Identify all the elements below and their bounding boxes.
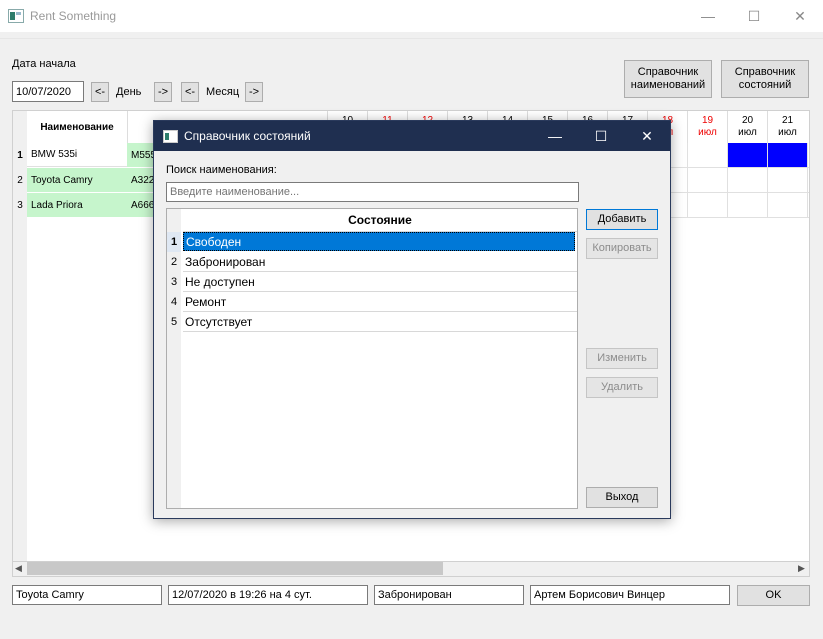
exit-button[interactable]: Выход [586, 487, 658, 508]
scroll-right-icon[interactable]: ▶ [798, 563, 805, 574]
scrollbar-thumb[interactable] [27, 562, 443, 575]
start-date-input[interactable]: 10/07/2020 [12, 81, 84, 102]
booking-state-field[interactable]: Забронирован [374, 585, 524, 605]
day-month: июл [738, 127, 757, 138]
day-prev-button[interactable]: <- [91, 82, 109, 102]
grid-line [807, 143, 808, 218]
grid-row-num: 3 [17, 199, 23, 211]
scroll-left-icon[interactable]: ◀ [15, 563, 22, 574]
dialog-close-button[interactable]: ✕ [624, 121, 670, 151]
booked-cell[interactable] [768, 143, 807, 167]
row-state-label[interactable]: Свободен [183, 232, 575, 251]
grid-row-num: 2 [17, 174, 23, 186]
day-number: 19 [701, 115, 714, 126]
app-icon [8, 9, 24, 23]
table-row[interactable]: 5 Отсутствует [167, 312, 577, 332]
month-next-button[interactable]: -> [245, 82, 263, 102]
row-number: 5 [167, 312, 181, 332]
day-column-header: 21 июл [767, 111, 807, 143]
table-row[interactable]: 4 Ремонт [167, 292, 577, 312]
month-label: Месяц [206, 86, 240, 98]
selected-item-field[interactable]: Toyota Camry [12, 585, 162, 605]
search-label: Поиск наименования: [166, 164, 277, 176]
minimize-button[interactable]: — [685, 0, 731, 32]
day-month: июл [778, 127, 797, 138]
row-state-label[interactable]: Отсутствует [183, 312, 577, 332]
start-date-label: Дата начала [12, 58, 76, 70]
column-header-state[interactable]: Состояние [183, 209, 577, 232]
add-button[interactable]: Добавить [586, 209, 658, 230]
window-title: Rent Something [30, 9, 117, 23]
ok-button[interactable]: OK [737, 585, 810, 606]
menu-separator [0, 38, 823, 39]
table-row[interactable]: 3 Не доступен [167, 272, 577, 292]
day-number: 20 [741, 115, 754, 126]
row-number: 4 [167, 292, 181, 312]
booking-period-field[interactable]: 12/07/2020 в 19:26 на 4 сут. [168, 585, 368, 605]
grid-cell-name[interactable]: Toyota Camry [27, 168, 127, 192]
names-dictionary-button[interactable]: Справочник наименований [624, 60, 712, 98]
states-dictionary-dialog: Справочник состояний — ☐ ✕ Поиск наимено… [153, 120, 671, 519]
dialog-minimize-button[interactable]: — [532, 121, 578, 151]
row-state-label[interactable]: Забронирован [183, 252, 577, 272]
day-label: День [116, 86, 142, 98]
grid-cell-name[interactable]: Lada Priora [27, 193, 127, 217]
dialog-maximize-button[interactable]: ☐ [578, 121, 624, 151]
day-column-header: 20 июл [727, 111, 767, 143]
day-number: 21 [781, 115, 794, 126]
month-prev-button[interactable]: <- [181, 82, 199, 102]
person-field[interactable]: Артем Борисович Винцер [530, 585, 730, 605]
search-input[interactable] [166, 182, 579, 202]
dialog-app-icon [163, 130, 178, 143]
grid-line [687, 143, 688, 218]
table-row[interactable]: 2 Забронирован [167, 252, 577, 272]
states-dictionary-button[interactable]: Справочник состояний [721, 60, 809, 98]
day-column-header: 19 июл [687, 111, 727, 143]
copy-button[interactable]: Копировать [586, 238, 658, 259]
row-number: 2 [167, 252, 181, 272]
grid-cell-name[interactable]: BMW 535i [27, 143, 127, 167]
maximize-button[interactable]: ☐ [731, 0, 777, 32]
close-button[interactable]: ✕ [777, 0, 823, 32]
row-number: 1 [167, 232, 181, 252]
row-state-label[interactable]: Не доступен [183, 272, 577, 292]
grid-row-num: 1 [17, 149, 23, 161]
edit-button[interactable]: Изменить [586, 348, 658, 369]
booked-cell[interactable] [728, 143, 767, 167]
day-month: июл [698, 127, 717, 138]
row-number: 3 [167, 272, 181, 292]
table-row[interactable]: 1 Свободен [167, 232, 577, 252]
dialog-title: Справочник состояний [184, 129, 311, 143]
row-state-label[interactable]: Ремонт [183, 292, 577, 312]
delete-button[interactable]: Удалить [586, 377, 658, 398]
grid-header-name: Наименование [40, 121, 114, 133]
day-next-button[interactable]: -> [154, 82, 172, 102]
